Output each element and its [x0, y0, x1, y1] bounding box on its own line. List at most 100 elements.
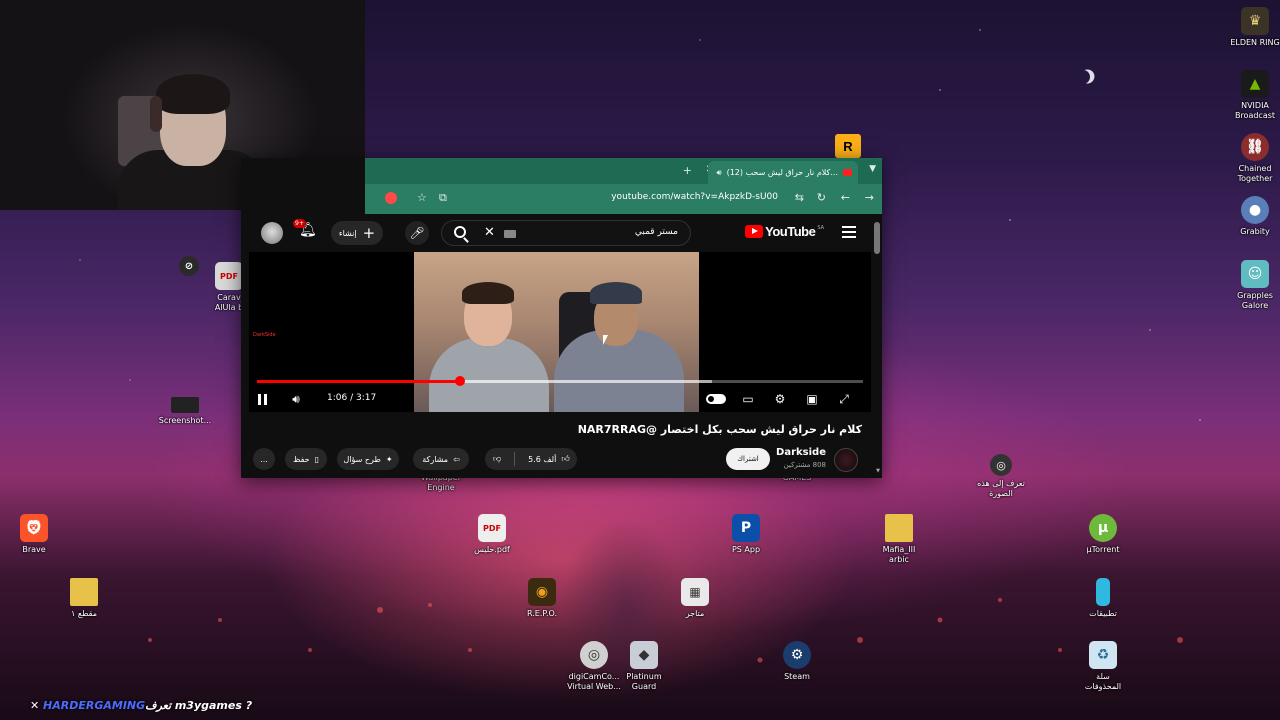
subscriber-count: 808 مشتركين — [783, 461, 826, 469]
autoplay-toggle[interactable] — [705, 388, 727, 410]
search-input[interactable]: مستر قمبي — [635, 227, 678, 237]
desktop-icon-label: تطبيقات — [1089, 609, 1117, 618]
save-button[interactable]: حفظ ▯ — [285, 448, 327, 470]
voice-search-mic-icon[interactable]: 🎤︎ — [405, 221, 429, 245]
youtube-header: 🔔︎ 9+ إنشاء + 🎤︎ ✕ مستر قمبي YouTube SA — [241, 214, 882, 254]
desktop-icon-label: حليس.pdf — [474, 545, 510, 554]
desktop-icon-platinum-guard[interactable]: ◆ Platinum Guard — [606, 641, 682, 692]
overlay-x-icon: ✕ — [30, 699, 44, 712]
notifications-bell-icon[interactable]: 🔔︎ 9+ — [293, 219, 317, 238]
extension-icon[interactable] — [385, 192, 397, 204]
bookmark-star-icon[interactable]: ☆ — [417, 191, 427, 204]
share-button[interactable]: مشاركة ⇦ — [413, 448, 469, 470]
desktop-icon-grapples-galore[interactable]: ☺ Grapples Galore — [1217, 260, 1280, 311]
url-field[interactable]: youtube.com/watch?v=AkpzkD-sU00 — [611, 192, 778, 202]
subtitles-icon[interactable]: ▭ — [737, 388, 759, 410]
fullscreen-icon[interactable]: ⤢ — [833, 388, 855, 410]
reload-icon[interactable]: ↻ — [817, 191, 826, 204]
desktop-icon-label: Grabity — [1240, 227, 1270, 236]
scroll-down-arrow-icon[interactable]: ▼ — [876, 468, 880, 474]
tab-youtube[interactable]: 🔊︎ (12) كلام نار حراق ليش سحب... — [708, 161, 858, 184]
share-label: مشاركة — [422, 454, 449, 464]
desktop-icon-label: NVIDIA Broadcast — [1234, 101, 1276, 120]
hamburger-menu-icon[interactable] — [842, 226, 856, 238]
desktop-icon-apps[interactable]: تطبيقات — [1065, 578, 1141, 619]
like-icon[interactable]: 👍︎ — [561, 454, 569, 464]
desktop-icon-label: Chained Together — [1237, 164, 1273, 183]
video-person-left-hair — [462, 282, 514, 304]
recycle-bin-icon: ♻ — [1089, 641, 1117, 669]
install-app-icon[interactable]: ⧉ — [439, 191, 447, 205]
scrubber-handle[interactable] — [455, 376, 465, 386]
chained-together-icon: ⛓ — [1241, 133, 1269, 161]
rockstar-icon[interactable]: R — [835, 134, 861, 158]
desktop-icon-chained-together[interactable]: ⛓ Chained Together — [1217, 133, 1280, 184]
pause-button[interactable] — [251, 388, 273, 410]
desktop-icon-grabity[interactable]: ● Grabity — [1217, 196, 1280, 237]
webcam-icon: ◎ — [580, 641, 608, 669]
channel-name[interactable]: Darkside — [776, 447, 826, 458]
youtube-favicon-icon — [843, 169, 852, 176]
settings-gear-icon[interactable]: ⚙ — [769, 388, 791, 410]
desktop-icon-brave[interactable]: 🦁︎ Brave — [0, 514, 72, 555]
youtube-logo[interactable]: YouTube SA — [745, 224, 824, 239]
video-person-right-cap — [590, 282, 642, 304]
audio-icon[interactable]: 🔊︎ — [717, 168, 722, 178]
steam-icon: ⚙ — [783, 641, 811, 669]
site-settings-icon[interactable]: ⇆ — [795, 191, 804, 204]
desktop-icon-label: تعرف إلى هذه الصورة — [977, 479, 1025, 498]
desktop-icon-identify-image[interactable]: ◎ تعرف إلى هذه الصورة — [963, 454, 1039, 499]
desktop-icon-label: Steam — [784, 672, 810, 681]
lens-icon: ◎ — [990, 454, 1012, 476]
desktop-icon-label: Carav AlUla b — [214, 293, 243, 312]
volume-icon[interactable]: 🔊︎ — [285, 388, 307, 410]
ask-label: طرح سؤال — [343, 454, 381, 464]
desktop-icon-utorrent[interactable]: µ µTorrent — [1065, 514, 1141, 555]
store-grid-icon: ▦ — [681, 578, 709, 606]
channel-avatar[interactable] — [834, 448, 858, 472]
desktop-icon-elden-ring[interactable]: ♛ ELDEN RING — [1217, 7, 1280, 48]
create-button[interactable]: إنشاء + — [331, 221, 383, 245]
desktop-icon-clip-folder[interactable]: مقطع ١ — [46, 578, 122, 619]
desktop-icon-store[interactable]: ▦ متاجر — [657, 578, 733, 619]
headset-icon — [150, 96, 162, 132]
search-icon[interactable] — [454, 226, 466, 238]
folder-icon — [885, 514, 913, 542]
desktop-icon-screenshot[interactable]: Screenshot... — [147, 397, 223, 426]
desktop-icon-steam[interactable]: ⚙ Steam — [759, 641, 835, 682]
channel-watermark: DarkSide — [253, 332, 276, 338]
desktop-icon-pdf[interactable]: PDF حليس.pdf — [454, 514, 530, 555]
theater-mode-icon[interactable]: ▣ — [801, 388, 823, 410]
webcam-person-hair — [156, 74, 230, 114]
desktop-icon-label: متاجر — [685, 609, 705, 618]
sparkle-icon: ✦ — [385, 454, 393, 464]
video-progress-bar[interactable] — [257, 376, 863, 386]
tab-title: (12) كلام نار حراق ليش سحب... — [726, 168, 838, 177]
video-actions-row: ... حفظ ▯ طرح سؤال ✦ مشاركة ⇦ 👎︎ 5.6 ألف… — [241, 446, 882, 476]
more-actions-button[interactable]: ... — [253, 448, 275, 470]
account-avatar[interactable] — [261, 222, 283, 244]
tab-list-icon[interactable]: ▼ — [869, 164, 876, 174]
desktop-icon-recycle-bin[interactable]: ♻ سلة المحذوفات — [1065, 641, 1141, 692]
app-icon — [1096, 578, 1110, 606]
dislike-icon[interactable]: 👎︎ — [493, 454, 501, 464]
forward-icon[interactable]: → — [865, 191, 874, 204]
desktop-icon-label: سلة المحذوفات — [1084, 672, 1122, 691]
ask-button[interactable]: طرح سؤال ✦ — [337, 448, 399, 470]
video-player[interactable]: DarkSide 🔊︎ 1:06 / 3:17 ▭ ⚙ ▣ ⤢ — [249, 252, 871, 412]
youtube-page: 🔔︎ 9+ إنشاء + 🎤︎ ✕ مستر قمبي YouTube SA — [241, 214, 882, 478]
keyboard-icon[interactable] — [504, 230, 516, 238]
desktop-icon-mafia[interactable]: Mafia_III arbic — [861, 514, 937, 565]
subscribe-button[interactable]: اشتراك — [726, 448, 770, 470]
desktop-icon-ps-app[interactable]: P PS App — [708, 514, 784, 555]
page-scrollbar[interactable] — [874, 222, 880, 254]
desktop-icon-label: µTorrent — [1086, 545, 1120, 554]
region-code: SA — [817, 224, 824, 231]
desktop-icon-nvidia-broadcast[interactable]: ▲ NVIDIA Broadcast — [1217, 70, 1280, 121]
new-tab-button[interactable]: + — [683, 164, 692, 177]
back-icon[interactable]: ← — [841, 191, 850, 204]
search-box[interactable]: ✕ مستر قمبي — [441, 220, 691, 246]
clear-search-icon[interactable]: ✕ — [484, 225, 495, 240]
desktop-icon-repo[interactable]: ◉ R.E.P.O. — [504, 578, 580, 619]
create-label: إنشاء — [338, 228, 357, 238]
